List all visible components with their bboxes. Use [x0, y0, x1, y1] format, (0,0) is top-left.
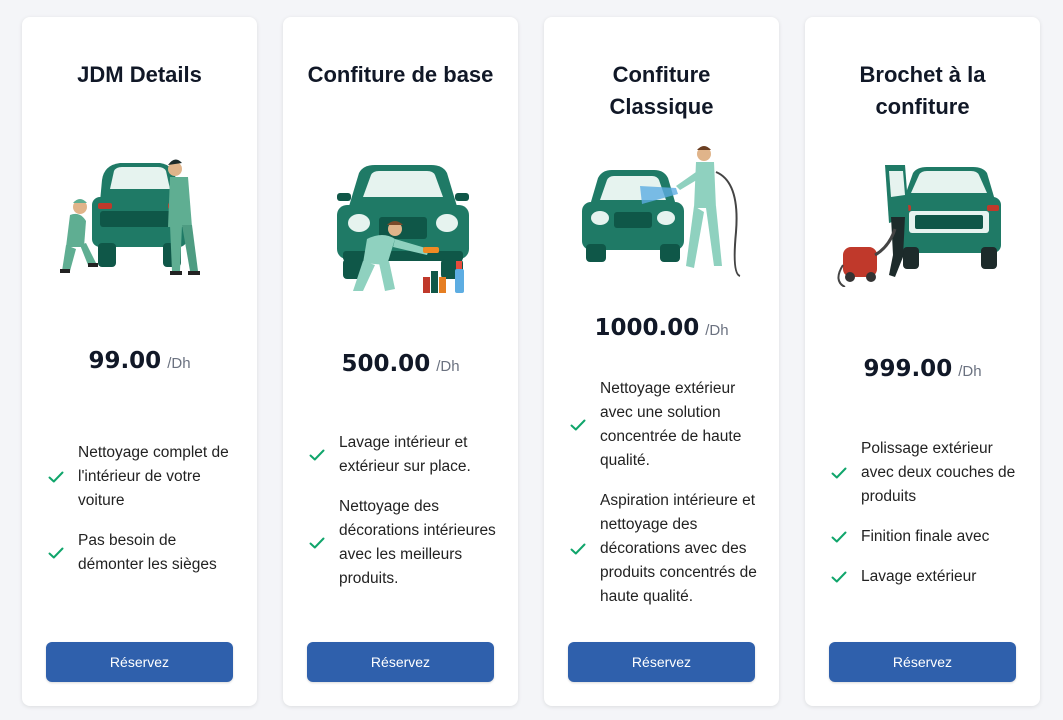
- feature-item: Polissage extérieur avec deux couches de…: [831, 437, 1024, 509]
- check-icon: [831, 467, 847, 479]
- pricing-card-confiture-de-base: Confiture de base 500.00/Dh Lavage intér…: [283, 17, 518, 706]
- reserve-button[interactable]: Réservez: [829, 642, 1016, 682]
- check-icon: [831, 571, 847, 583]
- feature-text: Lavage intérieur et extérieur sur place.: [339, 434, 471, 475]
- feature-item: Nettoyage des décorations intérieures av…: [309, 495, 502, 591]
- feature-text: Pas besoin de démonter les sièges: [78, 532, 217, 573]
- card-title: Confiture Classique: [609, 62, 714, 119]
- feature-item: Lavage extérieur: [831, 565, 1024, 589]
- price-value: 99.00: [88, 348, 162, 374]
- feature-item: Lavage intérieur et extérieur sur place.: [309, 431, 502, 479]
- check-icon: [48, 547, 64, 559]
- reserve-button[interactable]: Réservez: [307, 642, 494, 682]
- check-icon: [570, 543, 586, 555]
- feature-item: Nettoyage complet de l'intérieur de votr…: [48, 441, 241, 513]
- feature-text: Nettoyage extérieur avec une solution co…: [600, 380, 742, 469]
- price: 500.00/Dh: [283, 351, 518, 377]
- reserve-button[interactable]: Réservez: [568, 642, 755, 682]
- check-icon: [570, 419, 586, 431]
- price: 1000.00/Dh: [544, 315, 779, 341]
- pricing-card-brochet-a-la-confiture: Brochet à la confiture 999.00/Dh Polissa…: [805, 17, 1040, 706]
- feature-text: Nettoyage des décorations intérieures av…: [339, 498, 496, 587]
- price-value: 999.00: [863, 356, 953, 382]
- check-icon: [831, 531, 847, 543]
- price-value: 1000.00: [594, 315, 700, 341]
- card-title: Confiture de base: [307, 62, 494, 87]
- car-interior-cleaning-illustration: [60, 159, 200, 275]
- price: 999.00/Dh: [805, 356, 1040, 382]
- price-unit: /Dh: [167, 355, 191, 372]
- card-title: Brochet à la confiture: [859, 62, 986, 119]
- feature-text: Aspiration intérieure et nettoyage des d…: [600, 492, 757, 605]
- check-icon: [48, 471, 64, 483]
- check-icon: [309, 537, 325, 549]
- feature-list: Nettoyage complet de l'intérieur de votr…: [48, 441, 241, 593]
- feature-text: Lavage extérieur: [861, 568, 977, 585]
- feature-item: Pas besoin de démonter les sièges: [48, 529, 241, 577]
- price-unit: /Dh: [958, 363, 982, 380]
- car-pressure-washing-illustration: [582, 146, 741, 277]
- feature-text: Polissage extérieur avec deux couches de…: [861, 440, 1016, 505]
- feature-item: Nettoyage extérieur avec une solution co…: [570, 377, 763, 473]
- price-value: 500.00: [341, 351, 431, 377]
- feature-item: Finition finale avec: [831, 525, 1024, 549]
- car-vacuum-illustration: [837, 165, 1001, 287]
- feature-text: Finition finale avec: [861, 528, 990, 545]
- check-icon: [309, 449, 325, 461]
- feature-list: Polissage extérieur avec deux couches de…: [831, 437, 1024, 605]
- card-title: JDM Details: [77, 62, 202, 87]
- price-unit: /Dh: [705, 322, 729, 339]
- pricing-card-confiture-classique: Confiture Classique 1000.00/Dh Nettoyage…: [544, 17, 779, 706]
- feature-list: Lavage intérieur et extérieur sur place.…: [309, 431, 502, 607]
- feature-text: Nettoyage complet de l'intérieur de votr…: [78, 444, 229, 509]
- price-unit: /Dh: [436, 358, 460, 375]
- feature-list: Nettoyage extérieur avec une solution co…: [570, 377, 763, 625]
- car-front-cleaning-illustration: [337, 165, 469, 293]
- reserve-button[interactable]: Réservez: [46, 642, 233, 682]
- pricing-card-jdm-details: JDM Details 99.00/Dh Nettoyage complet d…: [22, 17, 257, 706]
- feature-item: Aspiration intérieure et nettoyage des d…: [570, 489, 763, 609]
- price: 99.00/Dh: [22, 348, 257, 374]
